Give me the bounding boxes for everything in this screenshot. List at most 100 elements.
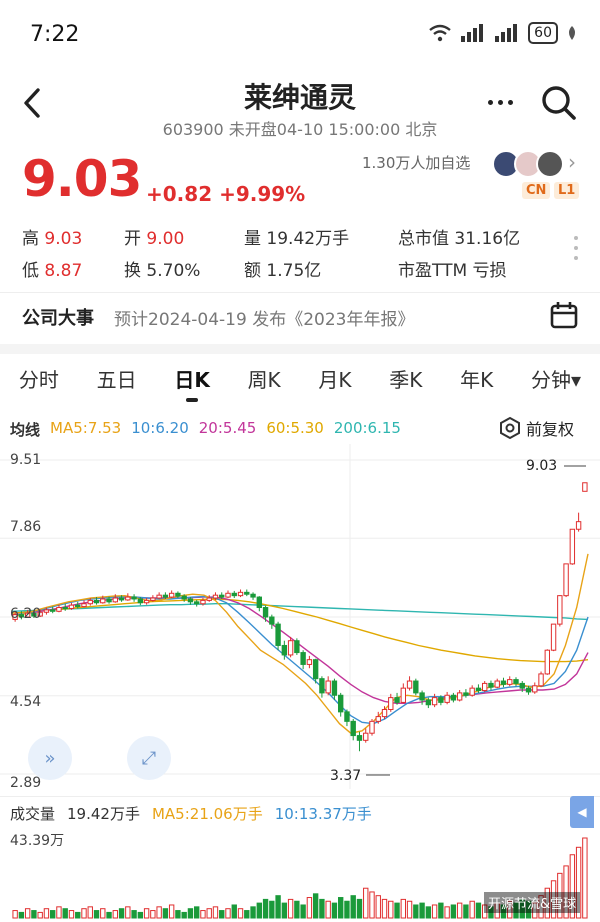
tab-quarterly-k[interactable]: 季K: [387, 364, 424, 393]
volume-bar: [24, 908, 31, 919]
adjust-type-label: 前复权: [526, 420, 575, 439]
candle: [363, 732, 369, 741]
calendar-icon[interactable]: [549, 300, 579, 330]
company-event-text[interactable]: 预计2024-04-19 发布《2023年年报》: [114, 305, 414, 330]
volume-bar: [56, 906, 62, 919]
volume-bar: [62, 908, 68, 919]
price-change: +0.82 +9.99%: [146, 182, 305, 206]
candle: [438, 697, 444, 703]
tab-weekly-k[interactable]: 周K: [246, 364, 283, 393]
candle: [206, 597, 212, 601]
tab-yearly-k[interactable]: 年K: [458, 364, 495, 393]
candle: [369, 720, 375, 734]
candle: [112, 597, 118, 603]
volume-bar: [162, 908, 169, 919]
volume-bar: [131, 910, 137, 919]
volume-bar: [331, 902, 338, 919]
candle: [237, 591, 244, 597]
candle: [319, 678, 325, 694]
stat-open: 开 9.00: [124, 229, 185, 249]
candle: [394, 697, 400, 703]
volume-bar: [294, 900, 300, 919]
fullscreen-icon[interactable]: ⤢: [127, 736, 171, 780]
candle: [356, 735, 363, 741]
candle: [100, 598, 106, 604]
volume-bar: [287, 898, 294, 919]
candle: [413, 680, 419, 694]
ma-legend[interactable]: 均线 MA5:7.53 10:6.20 20:5.45 60:5.30 200:…: [10, 419, 401, 440]
current-price: 9.03: [22, 150, 142, 208]
adjust-type-selector[interactable]: 前复权: [498, 416, 574, 440]
volume-bar: [68, 910, 75, 919]
volume-bar: [262, 898, 269, 919]
candle: [338, 694, 344, 713]
candle: [519, 682, 525, 689]
tab-intraday[interactable]: 分时: [17, 364, 61, 393]
candle: [137, 598, 144, 604]
axis-label-bottom: 2.89: [10, 775, 41, 789]
follower-avatars[interactable]: [492, 150, 564, 178]
tab-minute[interactable]: 分钟▾: [529, 364, 583, 393]
candle: [225, 592, 231, 598]
tab-daily-k[interactable]: 日K: [172, 364, 212, 402]
volume-bar: [250, 906, 256, 919]
divider: [0, 796, 600, 797]
candle: [406, 680, 413, 689]
expand-stats-icon[interactable]: [574, 236, 578, 260]
candle: [563, 563, 569, 597]
candle: [569, 528, 576, 565]
volume-bar: [431, 904, 438, 919]
volume-bar: [450, 904, 457, 919]
followers-count[interactable]: 1.30万人加自选: [362, 152, 470, 173]
volume-bar: [375, 895, 381, 919]
candle: [312, 659, 319, 680]
company-events-title[interactable]: 公司大事: [22, 304, 94, 330]
volume-bar: [112, 910, 118, 919]
settings-hex-icon: [500, 416, 520, 440]
scroll-right-handle[interactable]: ◀: [570, 796, 594, 828]
volume-bar: [419, 902, 425, 919]
candle: [400, 687, 406, 703]
candle: [456, 692, 463, 701]
low-annotation: 3.37: [330, 768, 361, 784]
candle: [532, 685, 538, 693]
volume-bar: [344, 900, 350, 919]
signal-icon-2: [495, 24, 518, 42]
volume-bar: [150, 910, 156, 919]
candle: [294, 640, 300, 654]
candle: [450, 694, 457, 701]
volume-ma10: 10:13.37万手: [274, 805, 372, 823]
candle: [469, 687, 475, 696]
volume-bar: [456, 902, 463, 919]
candle: [582, 482, 588, 492]
search-icon[interactable]: [540, 84, 578, 122]
volume-bar: [356, 898, 363, 919]
candle: [87, 599, 93, 605]
volume-legend: 成交量 19.42万手 MA5:21.06万手 10:13.37万手: [10, 803, 372, 824]
chevron-right-icon[interactable]: ›: [568, 150, 576, 174]
axis-label-top: 9.51: [10, 452, 41, 468]
ma10-value: 10:6.20: [131, 419, 189, 437]
l1-badge: L1: [554, 182, 580, 199]
volume-bar: [256, 902, 262, 919]
candle: [300, 652, 306, 665]
ma60-line: [11, 598, 589, 663]
candle: [550, 623, 557, 651]
volume-bar: [319, 898, 325, 919]
candle: [50, 609, 56, 612]
volume-label: 成交量: [10, 805, 56, 823]
candle: [463, 692, 469, 696]
watermark: 开源节流&雪球: [484, 892, 581, 913]
candle: [525, 687, 532, 693]
candle: [81, 603, 87, 608]
candle: [381, 708, 388, 718]
expand-arrows-icon[interactable]: »: [28, 736, 72, 780]
volume-bar: [425, 906, 432, 919]
tab-monthly-k[interactable]: 月K: [316, 364, 353, 393]
tab-five-day[interactable]: 五日: [95, 364, 139, 393]
ma5-line: [11, 553, 589, 734]
kline-chart[interactable]: 9.51 7.86 6.20 4.54 2.89 9.03 3.37: [0, 444, 600, 789]
more-icon[interactable]: [488, 100, 513, 105]
volume-bar: [187, 908, 194, 919]
candle: [507, 679, 513, 685]
